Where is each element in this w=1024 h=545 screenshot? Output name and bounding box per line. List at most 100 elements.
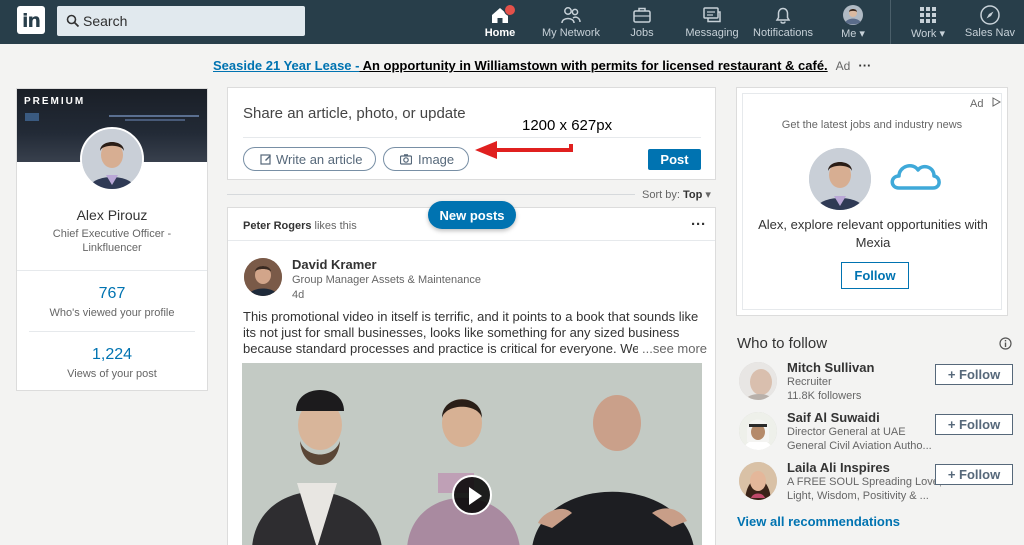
- nav-sales-nav-label: Sales Nav: [964, 27, 1016, 39]
- right-ad-avatar: [809, 148, 871, 210]
- write-article-label: Write an article: [276, 152, 363, 167]
- messaging-icon: [703, 7, 721, 23]
- suggestion-avatar[interactable]: [739, 462, 777, 500]
- post-more-button[interactable]: ···: [691, 216, 706, 233]
- play-icon: [469, 487, 482, 505]
- right-ad-heading: Get the latest jobs and industry news: [781, 119, 963, 131]
- notification-badge: [504, 4, 516, 16]
- post-button[interactable]: Post: [648, 149, 701, 170]
- right-ad-tag: Ad: [970, 97, 1001, 110]
- suggestion-name[interactable]: Laila Ali Inspires: [787, 460, 890, 475]
- cloud-logo-icon: [890, 164, 941, 190]
- video-thumbnail: [242, 363, 702, 545]
- sort-label: Sort by:: [642, 189, 680, 201]
- share-box: Share an article, photo, or update Write…: [227, 87, 716, 180]
- divider: [17, 270, 207, 271]
- play-button[interactable]: [452, 475, 492, 515]
- nav-notifications[interactable]: Notifications: [750, 0, 816, 44]
- who-to-follow-heading: Who to follow: [737, 335, 828, 352]
- post-views-label[interactable]: Views of your post: [17, 368, 207, 380]
- nav-messaging[interactable]: Messaging: [684, 0, 740, 44]
- share-prompt[interactable]: Share an article, photo, or update: [243, 105, 466, 122]
- write-article-button[interactable]: Write an article: [243, 147, 376, 171]
- post-video[interactable]: [242, 363, 702, 545]
- liker-suffix: likes this: [311, 220, 357, 232]
- suggestion-name[interactable]: Mitch Sullivan: [787, 360, 874, 375]
- nav-messaging-label: Messaging: [685, 27, 739, 39]
- nav-me[interactable]: Me ▾: [834, 0, 872, 44]
- nav-notifications-label: Notifications: [753, 27, 813, 39]
- nav-work[interactable]: Work ▾: [906, 0, 950, 44]
- right-ad-text: Alex, explore relevant opportunities wit…: [758, 217, 988, 250]
- sponsored-ad-banner: Seaside 21 Year Lease - An opportunity i…: [213, 58, 871, 73]
- info-icon[interactable]: [999, 337, 1012, 350]
- banner-graphic: [25, 113, 199, 121]
- suggestion-subline: General Civil Aviation Autho...: [787, 440, 932, 452]
- nav-jobs[interactable]: Jobs: [622, 0, 662, 44]
- premium-label: PREMIUM: [24, 96, 86, 107]
- ad-info-icon[interactable]: [991, 97, 1001, 107]
- new-posts-button[interactable]: New posts: [428, 201, 516, 229]
- network-icon: [561, 7, 581, 24]
- right-rail-ad: Ad Get the latest jobs and industry news…: [736, 87, 1008, 316]
- compass-icon: [980, 5, 1000, 25]
- author-avatar[interactable]: [244, 258, 282, 296]
- nav-work-label: Work ▾: [910, 28, 946, 40]
- ad-tag: Ad: [835, 59, 851, 73]
- author-name[interactable]: David Kramer: [292, 257, 377, 272]
- edit-icon: [260, 154, 271, 165]
- sort-value: Top: [682, 189, 703, 201]
- liker-name[interactable]: Peter Rogers: [243, 220, 311, 232]
- image-button[interactable]: Image: [383, 147, 469, 171]
- post-views-count[interactable]: 1,224: [17, 346, 207, 364]
- see-more-link[interactable]: ...see more: [638, 341, 708, 356]
- divider: [228, 240, 715, 241]
- search-input[interactable]: [83, 6, 298, 36]
- author-headline: Group Manager Assets & Maintenance: [292, 274, 481, 286]
- view-all-recommendations-link[interactable]: View all recommendations: [737, 514, 900, 529]
- chevron-down-icon: ▾: [939, 28, 946, 40]
- nav-jobs-label: Jobs: [630, 27, 654, 39]
- nav-divider: [890, 0, 891, 44]
- profile-card: PREMIUM Alex Pirouz Chief Executive Offi…: [16, 88, 208, 391]
- divider: [29, 331, 195, 332]
- follow-suggestion: Saif Al Suwaidi Director General at UAE …: [737, 410, 1017, 456]
- divider: [243, 137, 701, 138]
- profile-headline: Chief Executive Officer - Linkfluencer: [52, 228, 172, 254]
- ad-more-button[interactable]: ···: [858, 58, 871, 73]
- nav-my-network[interactable]: My Network: [538, 0, 604, 44]
- follow-button[interactable]: + Follow: [935, 464, 1013, 485]
- nav-sales-nav[interactable]: Sales Nav: [962, 0, 1018, 44]
- suggestion-avatar[interactable]: [739, 362, 777, 400]
- ad-link[interactable]: Seaside 21 Year Lease -: [213, 58, 359, 73]
- search-icon: [66, 14, 80, 28]
- suggestion-headline: Director General at UAE: [787, 426, 906, 438]
- nav-home[interactable]: Home: [476, 0, 524, 44]
- image-label: Image: [418, 152, 455, 167]
- nav-me-label: Me ▾: [841, 28, 865, 40]
- suggestion-subline: Light, Wisdom, Positivity & ...: [787, 490, 929, 502]
- sort-by-control[interactable]: Sort by: Top ▾: [642, 188, 711, 201]
- profile-avatar[interactable]: [80, 127, 144, 191]
- me-avatar: [843, 5, 863, 25]
- camera-icon: [400, 154, 412, 165]
- profile-views-label[interactable]: Who's viewed your profile: [17, 307, 207, 319]
- ad-text[interactable]: An opportunity in Williamstown with perm…: [359, 58, 828, 73]
- right-ad-follow-button[interactable]: Follow: [841, 262, 909, 289]
- follow-button[interactable]: + Follow: [935, 414, 1013, 435]
- nav-my-network-label: My Network: [541, 27, 601, 39]
- suggestion-avatar[interactable]: [739, 412, 777, 450]
- sort-divider: [227, 194, 635, 195]
- profile-name[interactable]: Alex Pirouz: [17, 207, 207, 223]
- post-timestamp: 4d: [292, 289, 305, 301]
- suggestion-name[interactable]: Saif Al Suwaidi: [787, 410, 880, 425]
- size-annotation: 1200 x 627px: [522, 117, 613, 134]
- follow-suggestion: Laila Ali Inspires A FREE SOUL Spreading…: [737, 460, 1017, 506]
- linkedin-logo[interactable]: in: [17, 6, 45, 34]
- suggestion-headline: A FREE SOUL Spreading Love,: [787, 476, 942, 488]
- follow-button[interactable]: + Follow: [935, 364, 1013, 385]
- profile-views-count[interactable]: 767: [17, 285, 207, 303]
- search-box[interactable]: [57, 6, 305, 36]
- nav-home-label: Home: [484, 27, 516, 39]
- top-navbar: in Home My Network Jobs: [0, 0, 1024, 44]
